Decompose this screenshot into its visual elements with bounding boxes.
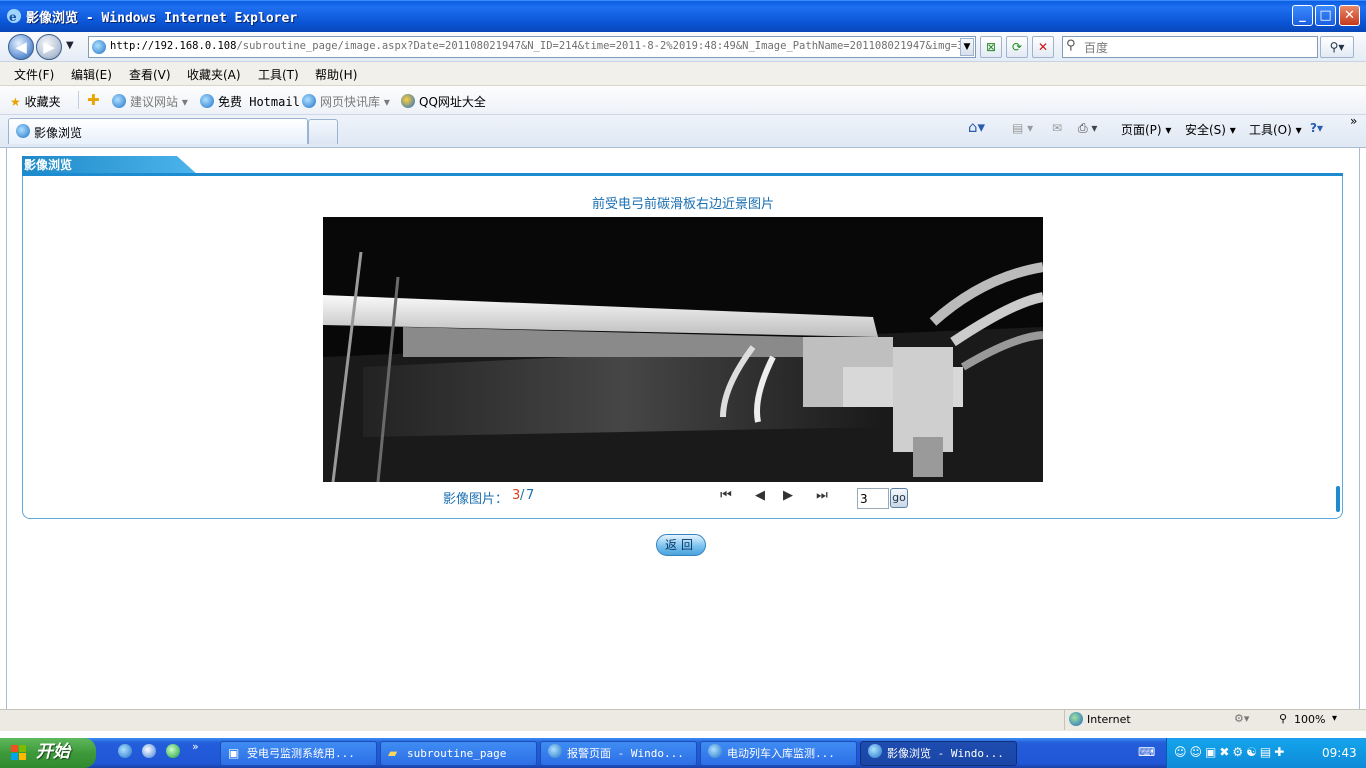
prev-page-icon[interactable]: ◀ — [750, 488, 770, 503]
star-icon: ★ — [10, 95, 21, 109]
ie-page-icon — [112, 94, 126, 108]
more-commands-icon[interactable]: » — [1350, 114, 1357, 128]
menu-favorites[interactable]: 收藏夹(A) — [187, 66, 241, 83]
fav-web-slice[interactable]: 网页快讯库 ▾ — [302, 93, 390, 110]
zoom-icon[interactable]: ⚲ — [1279, 712, 1287, 725]
url-path: /subroutine_page/image.aspx?Date=2011080… — [236, 40, 960, 52]
feeds-icon[interactable]: ▤ ▾ — [1012, 121, 1033, 135]
zoom-dropdown-icon[interactable]: ▾ — [1332, 713, 1337, 724]
taskbar-item-pantograph-system[interactable]: 受电弓监测系统用... — [220, 741, 377, 766]
next-page-icon[interactable]: ▶ — [778, 488, 798, 503]
search-placeholder: 百度 — [1084, 41, 1109, 55]
fav-label: 免费 Hotmail — [218, 95, 300, 109]
word-doc-icon: ▣ — [228, 746, 240, 760]
fav-hotmail[interactable]: 免费 Hotmail — [200, 93, 300, 110]
maximize-button[interactable]: □ — [1315, 5, 1336, 26]
search-icon[interactable]: ⚲▾ — [1320, 36, 1354, 58]
search-provider-icon: ⚲ — [1066, 38, 1076, 53]
menu-help[interactable]: 帮助(H) — [315, 66, 357, 83]
page-number-input[interactable] — [857, 488, 889, 509]
ie-page-icon — [200, 94, 214, 108]
ie-task-icon — [868, 744, 886, 759]
svg-text:e: e — [9, 10, 17, 24]
page-ie-icon — [92, 40, 110, 55]
history-dropdown-icon[interactable]: ▼ — [66, 40, 74, 51]
mail-icon[interactable]: ✉ — [1052, 121, 1062, 135]
menu-view[interactable]: 查看(V) — [129, 66, 171, 83]
refresh-icon[interactable]: ⟳ — [1006, 36, 1028, 58]
pantograph-photo — [323, 217, 1043, 482]
quick-launch-more-icon[interactable]: » — [192, 740, 199, 753]
window-title: 影像浏览 - Windows Internet Explorer — [26, 11, 298, 26]
new-tab-button[interactable] — [308, 119, 338, 144]
back-arrow-icon[interactable]: ◀ — [8, 34, 34, 60]
menu-file[interactable]: 文件(F) — [14, 66, 54, 83]
panel-edge-marker — [1336, 486, 1340, 512]
divider — [78, 91, 79, 109]
go-button[interactable]: go — [890, 488, 908, 508]
favorites-button[interactable]: ★ 收藏夹 — [10, 93, 61, 110]
add-favorite-icon[interactable]: ✚ — [87, 91, 100, 109]
folder-icon: ▰ — [388, 746, 398, 760]
internet-zone-icon — [1069, 712, 1087, 727]
total-images: 7 — [526, 488, 535, 503]
protected-mode-icon[interactable]: ⚙▾ — [1234, 712, 1249, 725]
close-button[interactable]: ✕ — [1339, 5, 1360, 26]
stop-icon[interactable]: ✕ — [1032, 36, 1054, 58]
url-host: http://192.168.0.108 — [110, 40, 237, 52]
quick-launch-ie-icon[interactable] — [118, 744, 136, 760]
quick-launch-green-icon[interactable] — [166, 744, 184, 759]
tab-ie-icon — [16, 124, 34, 139]
tools-menu[interactable]: 工具(O) ▾ — [1249, 121, 1302, 138]
keyboard-icon[interactable]: ⌨ — [1138, 745, 1155, 759]
taskbar-item-folder[interactable]: subroutine_page — [380, 741, 537, 766]
safety-menu[interactable]: 安全(S) ▾ — [1185, 121, 1236, 138]
minimize-button[interactable]: _ — [1292, 5, 1313, 26]
quick-launch-ie2-icon[interactable] — [142, 744, 160, 760]
clock: 09:43 — [1322, 746, 1357, 760]
ie-task-icon — [548, 744, 566, 759]
first-page-icon[interactable]: ⏮ — [716, 488, 736, 503]
home-icon[interactable]: ⌂▾ — [968, 118, 985, 136]
menu-edit[interactable]: 编辑(E) — [71, 66, 112, 83]
panel-title: 影像浏览 — [24, 158, 73, 172]
zoom-level[interactable]: 100% — [1294, 713, 1325, 726]
compatibility-view-icon[interactable]: ⊠ — [980, 36, 1002, 58]
menu-tools[interactable]: 工具(T) — [258, 66, 299, 83]
image-count-label: 影像图片： — [443, 492, 509, 507]
ie-logo-icon: e — [6, 8, 22, 24]
image-count-separator: / — [520, 488, 525, 503]
address-url[interactable]: http://192.168.0.108/subroutine_page/ima… — [110, 40, 960, 52]
forward-arrow-icon[interactable]: ▶ — [36, 34, 62, 60]
return-button[interactable]: 返回 — [656, 534, 706, 556]
fav-label: 建议网站 ▾ — [130, 95, 188, 109]
address-dropdown-icon[interactable]: ▼ — [960, 38, 974, 56]
divider — [1064, 710, 1065, 730]
windows-logo-icon — [10, 744, 28, 765]
tray-icons[interactable]: ☺☺▣✖⚙☯▤✚ — [1174, 745, 1287, 759]
security-zone[interactable]: Internet — [1087, 713, 1131, 726]
fav-label: 网页快讯库 ▾ — [320, 95, 390, 109]
ie-page-icon — [302, 94, 316, 108]
page-menu[interactable]: 页面(P) ▾ — [1121, 121, 1171, 138]
fav-qq-sites[interactable]: QQ网址大全 — [401, 93, 486, 110]
print-icon[interactable]: ⎙ ▾ — [1078, 121, 1097, 136]
status-bar — [0, 709, 1366, 731]
favorites-label: 收藏夹 — [24, 95, 61, 109]
fav-suggested-sites[interactable]: 建议网站 ▾ — [112, 93, 188, 110]
image-title: 前受电弓前碳滑板右边近景图片 — [591, 197, 774, 212]
qq-globe-icon — [401, 94, 415, 108]
last-page-icon[interactable]: ⏭ — [812, 488, 832, 503]
tab-label: 影像浏览 — [34, 126, 83, 140]
help-icon[interactable]: ?▾ — [1310, 121, 1323, 135]
ie-task-icon — [708, 744, 726, 759]
fav-label: QQ网址大全 — [419, 95, 486, 109]
